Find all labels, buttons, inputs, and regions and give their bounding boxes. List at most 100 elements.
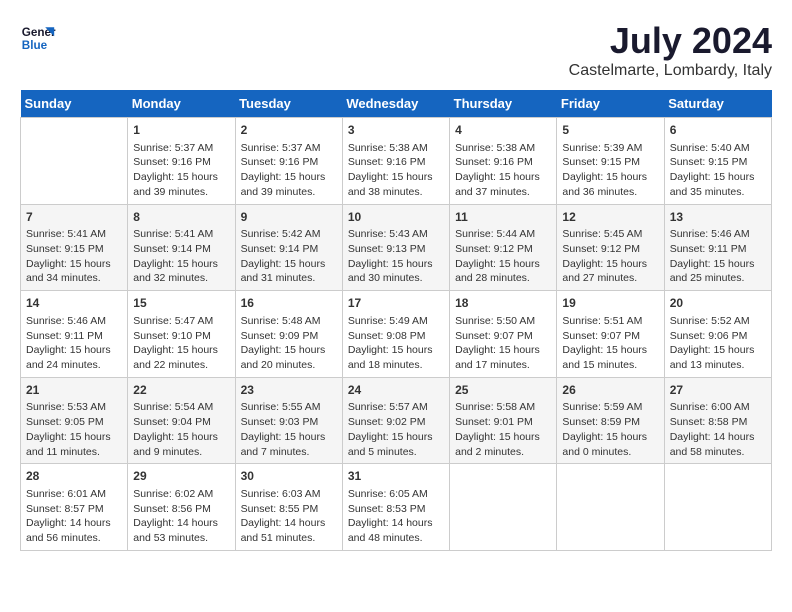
calendar-cell: 7Sunrise: 5:41 AM Sunset: 9:15 PM Daylig… <box>21 204 128 291</box>
calendar-cell: 14 Sunrise: 5:46 AM Sunset: 9:11 PM Dayli… <box>21 291 128 378</box>
calendar-cell: 11Sunrise: 5:44 AM Sunset: 9:12 PM Dayli… <box>450 204 557 291</box>
cell-sun-info: Sunrise: 5:37 AM Sunset: 9:16 PM Dayligh… <box>241 141 337 200</box>
cell-sun-info: Sunrise: 6:05 AM Sunset: 8:53 PM Dayligh… <box>348 487 444 546</box>
day-of-week-header: Friday <box>557 90 664 118</box>
day-number: 22 <box>133 382 229 399</box>
cell-sun-info: Sunrise: 5:40 AM Sunset: 9:15 PM Dayligh… <box>670 141 766 200</box>
cell-sun-info: Sunrise: 5:50 AM Sunset: 9:07 PM Dayligh… <box>455 314 551 373</box>
day-number: 8 <box>133 209 229 226</box>
day-number: 5 <box>562 122 658 139</box>
calendar-cell: 23Sunrise: 5:55 AM Sunset: 9:03 PM Dayli… <box>235 377 342 464</box>
cell-sun-info: Sunrise: 5:41 AM Sunset: 9:15 PM Dayligh… <box>26 227 122 286</box>
cell-sun-info: Sunrise: 5:38 AM Sunset: 9:16 PM Dayligh… <box>455 141 551 200</box>
cell-sun-info: Sunrise: 5:54 AM Sunset: 9:04 PM Dayligh… <box>133 400 229 459</box>
calendar-cell: 12Sunrise: 5:45 AM Sunset: 9:12 PM Dayli… <box>557 204 664 291</box>
calendar-cell: 30 Sunrise: 6:03 AM Sunset: 8:55 PM Dayli… <box>235 464 342 551</box>
cell-sun-info: Sunrise: 5:39 AM Sunset: 9:15 PM Dayligh… <box>562 141 658 200</box>
day-number: 9 <box>241 209 337 226</box>
day-number: 28 <box>26 468 122 485</box>
day-number: 20 <box>670 295 766 312</box>
page-header: General Blue July 2024 Castelmarte, Lomb… <box>20 20 772 80</box>
cell-sun-info: Sunrise: 5:52 AM Sunset: 9:06 PM Dayligh… <box>670 314 766 373</box>
cell-sun-info: Sunrise: 6:03 AM Sunset: 8:55 PM Dayligh… <box>241 487 337 546</box>
calendar-cell: 19 Sunrise: 5:51 AM Sunset: 9:07 PM Dayli… <box>557 291 664 378</box>
day-number: 23 <box>241 382 337 399</box>
day-of-week-header: Sunday <box>21 90 128 118</box>
cell-sun-info: Sunrise: 5:42 AM Sunset: 9:14 PM Dayligh… <box>241 227 337 286</box>
cell-sun-info: Sunrise: 5:53 AM Sunset: 9:05 PM Dayligh… <box>26 400 122 459</box>
calendar-cell: 26Sunrise: 5:59 AM Sunset: 8:59 PM Dayli… <box>557 377 664 464</box>
calendar-week-row: 28 Sunrise: 6:01 AM Sunset: 8:57 PM Dayli… <box>21 464 772 551</box>
cell-sun-info: Sunrise: 5:47 AM Sunset: 9:10 PM Dayligh… <box>133 314 229 373</box>
day-of-week-header: Tuesday <box>235 90 342 118</box>
month-year-title: July 2024 <box>569 20 772 62</box>
calendar-week-row: 21Sunrise: 5:53 AM Sunset: 9:05 PM Dayli… <box>21 377 772 464</box>
day-of-week-header: Saturday <box>664 90 771 118</box>
day-number: 21 <box>26 382 122 399</box>
day-number: 19 <box>562 295 658 312</box>
day-number: 3 <box>348 122 444 139</box>
cell-sun-info: Sunrise: 5:51 AM Sunset: 9:07 PM Dayligh… <box>562 314 658 373</box>
day-number: 18 <box>455 295 551 312</box>
calendar-cell: 2 Sunrise: 5:37 AM Sunset: 9:16 PM Daylig… <box>235 118 342 205</box>
day-number: 6 <box>670 122 766 139</box>
calendar-cell: 10Sunrise: 5:43 AM Sunset: 9:13 PM Dayli… <box>342 204 449 291</box>
svg-text:Blue: Blue <box>22 39 48 52</box>
logo: General Blue <box>20 20 56 56</box>
cell-sun-info: Sunrise: 5:44 AM Sunset: 9:12 PM Dayligh… <box>455 227 551 286</box>
day-number: 24 <box>348 382 444 399</box>
day-number: 2 <box>241 122 337 139</box>
day-number: 15 <box>133 295 229 312</box>
day-number: 30 <box>241 468 337 485</box>
cell-sun-info: Sunrise: 5:45 AM Sunset: 9:12 PM Dayligh… <box>562 227 658 286</box>
cell-sun-info: Sunrise: 6:01 AM Sunset: 8:57 PM Dayligh… <box>26 487 122 546</box>
calendar-cell: 18 Sunrise: 5:50 AM Sunset: 9:07 PM Dayli… <box>450 291 557 378</box>
cell-sun-info: Sunrise: 5:41 AM Sunset: 9:14 PM Dayligh… <box>133 227 229 286</box>
calendar-cell: 17 Sunrise: 5:49 AM Sunset: 9:08 PM Dayli… <box>342 291 449 378</box>
day-number: 13 <box>670 209 766 226</box>
day-number: 1 <box>133 122 229 139</box>
day-number: 25 <box>455 382 551 399</box>
cell-sun-info: Sunrise: 5:46 AM Sunset: 9:11 PM Dayligh… <box>670 227 766 286</box>
cell-sun-info: Sunrise: 5:59 AM Sunset: 8:59 PM Dayligh… <box>562 400 658 459</box>
day-number: 11 <box>455 209 551 226</box>
calendar-cell <box>557 464 664 551</box>
calendar-cell <box>664 464 771 551</box>
calendar-week-row: 14 Sunrise: 5:46 AM Sunset: 9:11 PM Dayli… <box>21 291 772 378</box>
cell-sun-info: Sunrise: 5:58 AM Sunset: 9:01 PM Dayligh… <box>455 400 551 459</box>
calendar-cell: 27Sunrise: 6:00 AM Sunset: 8:58 PM Dayli… <box>664 377 771 464</box>
calendar-table: SundayMondayTuesdayWednesdayThursdayFrid… <box>20 90 772 551</box>
logo-icon: General Blue <box>20 20 56 56</box>
day-number: 4 <box>455 122 551 139</box>
day-of-week-header: Monday <box>128 90 235 118</box>
cell-sun-info: Sunrise: 5:49 AM Sunset: 9:08 PM Dayligh… <box>348 314 444 373</box>
calendar-cell: 31 Sunrise: 6:05 AM Sunset: 8:53 PM Dayli… <box>342 464 449 551</box>
calendar-cell: 20 Sunrise: 5:52 AM Sunset: 9:06 PM Dayli… <box>664 291 771 378</box>
calendar-cell <box>21 118 128 205</box>
cell-sun-info: Sunrise: 6:00 AM Sunset: 8:58 PM Dayligh… <box>670 400 766 459</box>
cell-sun-info: Sunrise: 5:37 AM Sunset: 9:16 PM Dayligh… <box>133 141 229 200</box>
day-number: 14 <box>26 295 122 312</box>
calendar-cell: 9Sunrise: 5:42 AM Sunset: 9:14 PM Daylig… <box>235 204 342 291</box>
calendar-cell: 6 Sunrise: 5:40 AM Sunset: 9:15 PM Daylig… <box>664 118 771 205</box>
calendar-cell: 4 Sunrise: 5:38 AM Sunset: 9:16 PM Daylig… <box>450 118 557 205</box>
cell-sun-info: Sunrise: 5:46 AM Sunset: 9:11 PM Dayligh… <box>26 314 122 373</box>
day-number: 26 <box>562 382 658 399</box>
calendar-cell: 8Sunrise: 5:41 AM Sunset: 9:14 PM Daylig… <box>128 204 235 291</box>
calendar-cell: 22Sunrise: 5:54 AM Sunset: 9:04 PM Dayli… <box>128 377 235 464</box>
day-number: 17 <box>348 295 444 312</box>
calendar-cell: 13Sunrise: 5:46 AM Sunset: 9:11 PM Dayli… <box>664 204 771 291</box>
cell-sun-info: Sunrise: 5:55 AM Sunset: 9:03 PM Dayligh… <box>241 400 337 459</box>
cell-sun-info: Sunrise: 5:48 AM Sunset: 9:09 PM Dayligh… <box>241 314 337 373</box>
calendar-cell: 25Sunrise: 5:58 AM Sunset: 9:01 PM Dayli… <box>450 377 557 464</box>
location-subtitle: Castelmarte, Lombardy, Italy <box>569 62 772 80</box>
calendar-cell: 21Sunrise: 5:53 AM Sunset: 9:05 PM Dayli… <box>21 377 128 464</box>
calendar-header-row: SundayMondayTuesdayWednesdayThursdayFrid… <box>21 90 772 118</box>
day-number: 10 <box>348 209 444 226</box>
calendar-cell: 16Sunrise: 5:48 AM Sunset: 9:09 PM Dayli… <box>235 291 342 378</box>
day-of-week-header: Thursday <box>450 90 557 118</box>
calendar-week-row: 7Sunrise: 5:41 AM Sunset: 9:15 PM Daylig… <box>21 204 772 291</box>
calendar-week-row: 1 Sunrise: 5:37 AM Sunset: 9:16 PM Daylig… <box>21 118 772 205</box>
day-number: 27 <box>670 382 766 399</box>
day-number: 31 <box>348 468 444 485</box>
